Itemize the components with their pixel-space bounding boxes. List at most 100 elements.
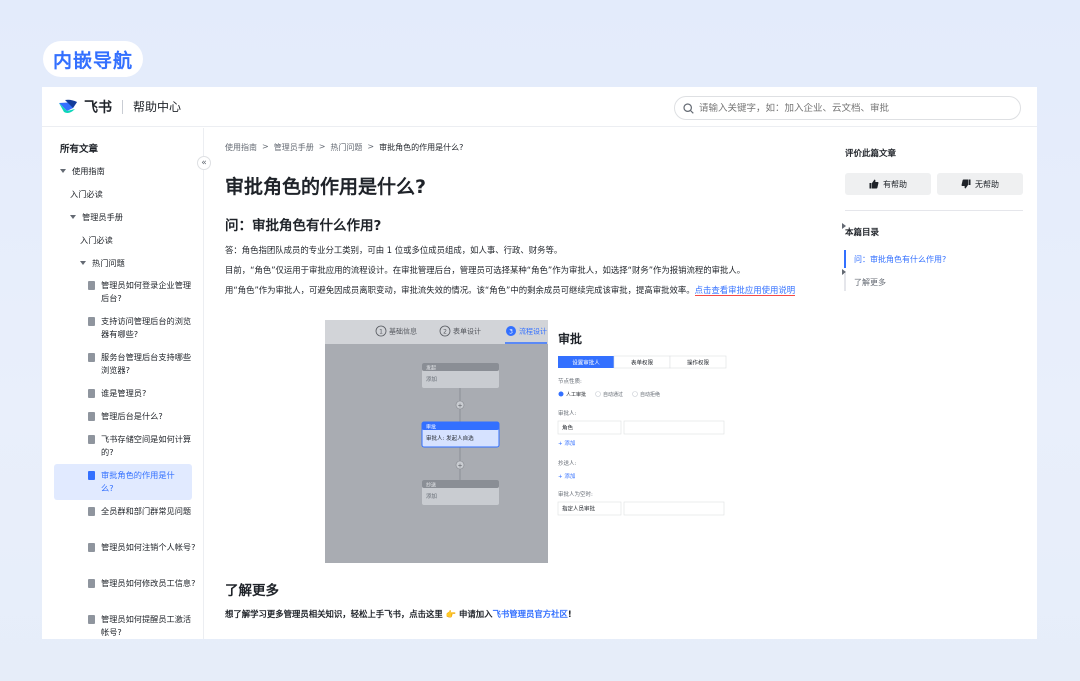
toc-item-active[interactable]: 问：审批角色有什么作用? (844, 250, 946, 268)
document-icon (88, 317, 95, 326)
tree-node-admin-manual[interactable]: 管理员手册 (42, 205, 204, 228)
tree-node-usage-guide[interactable]: 使用指南 (42, 159, 204, 182)
thumbs-down-icon (961, 179, 971, 189)
page-title: 审批角色的作用是什么? (225, 176, 427, 198)
svg-text:操作权限: 操作权限 (687, 359, 710, 367)
helpful-button[interactable]: 有帮助 (845, 173, 931, 195)
sidebar-doc-item-active[interactable]: 审批角色的作用是什么? (54, 464, 192, 500)
approval-flow-screenshot: 1 基础信息 2 表单设计 3 流程设计 发起 添加 + 审批 审批人: 发起人… (325, 320, 727, 563)
unhelpful-button[interactable]: 无帮助 (937, 173, 1023, 195)
svg-text:指定人员审批: 指定人员审批 (562, 505, 596, 513)
article-tree: 使用指南 入门必读 管理员手册 入门必读 热门问题 管理员如何登录企业管理后台?… (42, 159, 846, 639)
feishu-logo-icon (59, 99, 77, 113)
document-icon (88, 543, 95, 552)
thumbs-up-icon (869, 179, 879, 189)
breadcrumb-item[interactable]: 管理员手册 (274, 142, 314, 153)
search-box[interactable] (674, 96, 1021, 120)
sidebar-doc-item[interactable]: 管理员如何修改员工信息? (42, 572, 204, 608)
document-icon (88, 579, 95, 588)
svg-text:审批人为空时:: 审批人为空时: (558, 490, 593, 498)
sidebar-doc-item[interactable]: 管理员如何提醒员工激活帐号? (42, 608, 204, 639)
brand-name: 飞书 (84, 99, 112, 116)
svg-text:抄送: 抄送 (426, 482, 436, 489)
step-flow-design: 流程设计 (519, 327, 547, 336)
top-header: 飞书 帮助中心 (42, 87, 1037, 127)
step-form-design: 表单设计 (453, 327, 481, 336)
toc-title: 本篇目录 (845, 228, 880, 238)
sidebar-doc-item[interactable]: 管理后台是什么? (42, 405, 204, 428)
document-icon (88, 615, 95, 624)
sidebar-doc-item[interactable]: 管理员如何注销个人帐号? (42, 536, 204, 572)
sidebar-doc-item[interactable]: 飞书存储空间是如何计算的? (42, 428, 204, 464)
search-input[interactable] (699, 102, 999, 114)
breadcrumb-separator: > (318, 142, 326, 151)
collapse-sidebar-button[interactable]: « (197, 156, 211, 170)
svg-text:添加: 添加 (426, 492, 437, 500)
paragraph-roles: 用“角色”作为审批人，可避免因成员离职变动，审批流失效的情况。该“角色”中的剩余… (225, 285, 796, 296)
step-number: 1 (379, 329, 383, 336)
document-icon (88, 353, 95, 362)
svg-text:发起: 发起 (426, 365, 436, 372)
document-icon (88, 281, 95, 290)
feishu-logo[interactable]: 飞书 (58, 97, 112, 117)
learn-more-heading: 了解更多 (225, 583, 279, 599)
svg-text:+: + (457, 403, 462, 410)
svg-text:审批人: 发起人自选: 审批人: 发起人自选 (426, 434, 474, 442)
toc-item[interactable]: 了解更多 (844, 273, 886, 291)
sidebar-doc-item[interactable]: 服务台管理后台支持哪些浏览器? (42, 346, 204, 382)
step-number: 3 (509, 329, 513, 336)
caret-down-icon (80, 260, 86, 265)
question-heading: 问：审批角色有什么作用? (225, 218, 382, 234)
header-divider (122, 99, 123, 114)
svg-text:审批人:: 审批人: (558, 409, 577, 417)
svg-text:抄送人:: 抄送人: (558, 459, 577, 467)
admin-community-link[interactable]: 飞书管理员官方社区 (493, 609, 568, 619)
svg-text:+: + (457, 463, 462, 470)
step-basic-info: 基础信息 (389, 327, 417, 336)
sidebar-doc-item[interactable]: 管理员如何登录企业管理后台? (42, 274, 204, 310)
document-icon (88, 435, 95, 444)
sidebar-title: 所有文章 (60, 144, 99, 155)
right-divider (845, 210, 1023, 211)
breadcrumb-current: 审批角色的作用是什么? (379, 143, 464, 152)
svg-text:人工审批: 人工审批 (566, 391, 586, 398)
tree-node-getting-started[interactable]: 入门必读 (42, 182, 846, 229)
approval-guide-link[interactable]: 点击查看审批应用使用说明 (694, 285, 796, 296)
breadcrumb-item[interactable]: 使用指南 (225, 142, 257, 153)
help-center-label[interactable]: 帮助中心 (133, 98, 181, 115)
paragraph-current: 目前，“角色”仅运用于审批应用的流程设计。在审批管理后台，管理员可选择某种“角色… (225, 265, 746, 275)
article-main: 使用指南 > 管理员手册 > 热门问题 > 审批角色的作用是什么? 审批角色的作… (205, 128, 825, 639)
breadcrumb: 使用指南 > 管理员手册 > 热门问题 > 审批角色的作用是什么? (225, 142, 463, 153)
answer-paragraph: 答：角色指团队成员的专业分工类别，可由 1 位或多位成员组成，如人事、行政、财务… (225, 245, 563, 255)
document-icon (88, 412, 95, 421)
sidebar-doc-item[interactable]: 谁是管理员? (42, 382, 204, 405)
caret-down-icon (70, 214, 76, 219)
embedded-nav-badge: 内嵌导航 (43, 41, 144, 77)
step-number: 2 (443, 329, 447, 336)
svg-text:+ 添加: + 添加 (558, 472, 575, 480)
svg-text:自动通过: 自动通过 (603, 391, 623, 398)
tree-node-admin-getting-started[interactable]: 入门必读 (42, 228, 846, 275)
breadcrumb-separator: > (367, 142, 375, 151)
document-icon (88, 389, 95, 398)
svg-text:审批: 审批 (426, 424, 436, 431)
svg-text:表单权限: 表单权限 (631, 359, 654, 367)
caret-down-icon (60, 168, 66, 173)
svg-text:添加: 添加 (426, 375, 437, 383)
sidebar-doc-item[interactable]: 支持访问管理后台的浏览器有哪些? (42, 310, 204, 346)
rate-title: 评价此篇文章 (845, 149, 897, 159)
tree-node-hot-questions[interactable]: 热门问题 (42, 251, 204, 274)
svg-text:节点性质:: 节点性质: (558, 377, 582, 385)
svg-text:设置审批人: 设置审批人 (572, 359, 600, 367)
breadcrumb-item[interactable]: 热门问题 (330, 142, 362, 153)
svg-text:角色: 角色 (562, 424, 574, 432)
breadcrumb-separator: > (262, 142, 269, 151)
document-icon (88, 507, 95, 516)
sidebar-doc-item[interactable]: 全员群和部门群常见问题 (42, 500, 204, 536)
right-panel: 评价此篇文章 有帮助 无帮助 本篇目录 问：审批角色有什么作用? 了解更多 (842, 128, 1032, 639)
svg-text:自动拒绝: 自动拒绝 (640, 391, 660, 398)
sidebar: 所有文章 « 使用指南 入门必读 管理员手册 入门必读 热门问题 管理员如何登录… (42, 128, 846, 639)
help-center-window: 飞书 帮助中心 所有文章 « 使用指南 入门必读 管理员手册 入门必读 热门问题… (42, 87, 1037, 639)
document-icon (88, 471, 95, 480)
learn-more-text: 想了解学习更多管理员相关知识，轻松上手飞书，点击这里 👉 申请加入飞书管理员官方… (225, 609, 572, 619)
